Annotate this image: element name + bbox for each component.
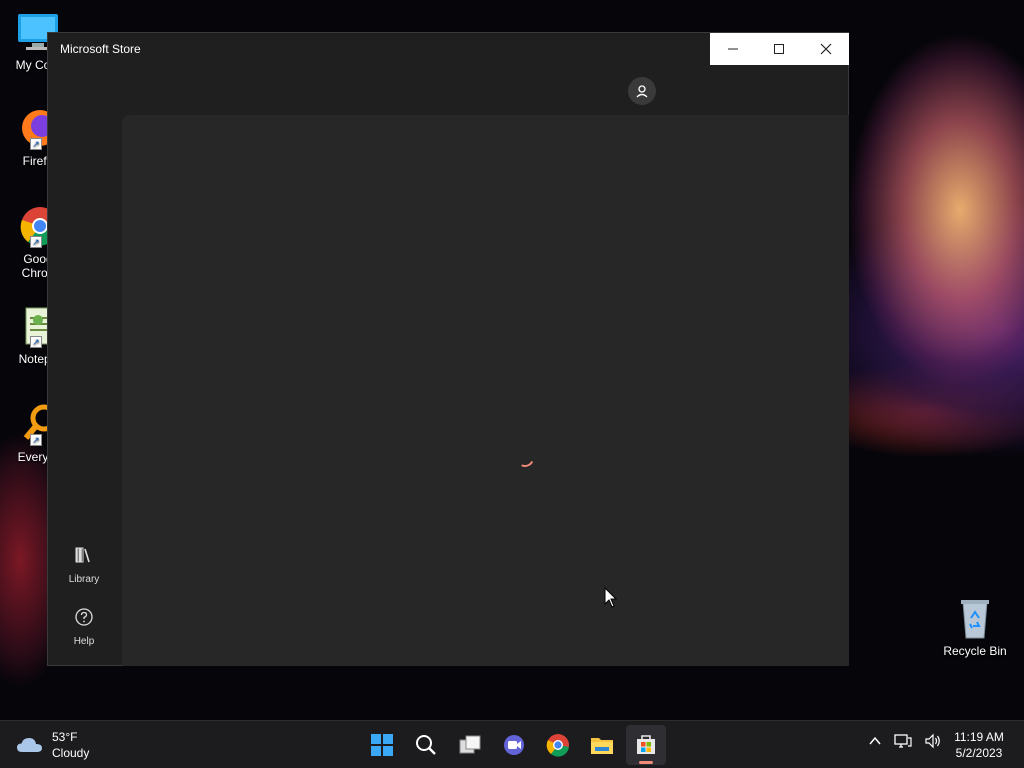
minimize-button[interactable] [710, 33, 756, 65]
nav-library[interactable]: Library [56, 545, 112, 585]
system-tray [862, 733, 948, 749]
start-button[interactable] [362, 725, 402, 765]
taskbar-chrome-button[interactable] [538, 725, 578, 765]
microsoft-store-window: Microsoft Store Library Help [47, 32, 849, 666]
file-explorer-button[interactable] [582, 725, 622, 765]
minimize-icon [728, 48, 739, 50]
loading-spinner [513, 446, 537, 470]
task-view-icon [459, 735, 481, 754]
taskbar: 53°F Cloudy 11:19 AM 5/2/2023 [0, 720, 1024, 768]
taskbar-search-button[interactable] [406, 725, 446, 765]
taskbar-apps [360, 725, 668, 765]
shortcut-arrow-icon: ↗ [30, 434, 42, 446]
chrome-icon [546, 734, 569, 757]
volume-button[interactable] [924, 733, 942, 749]
cloud-icon [17, 738, 42, 752]
recycle-bin-icon [953, 596, 997, 640]
account-button[interactable] [628, 77, 656, 105]
network-button[interactable] [894, 733, 912, 749]
microsoft-store-icon [637, 735, 655, 754]
volume-icon [925, 733, 940, 749]
window-title: Microsoft Store [60, 42, 141, 56]
start-icon [371, 734, 393, 756]
maximize-icon [774, 44, 785, 54]
nav-label: Library [68, 574, 100, 585]
close-icon [820, 43, 832, 55]
clock-date: 5/2/2023 [955, 746, 1003, 760]
weather-condition: Cloudy [52, 746, 90, 760]
taskbar-clock[interactable]: 11:19 AM 5/2/2023 [944, 729, 1014, 761]
desktop-icon-recycle-bin[interactable]: Recycle Bin [937, 596, 1013, 658]
show-hidden-icons-button[interactable] [868, 734, 882, 748]
task-view-button[interactable] [450, 725, 490, 765]
chat-button[interactable] [494, 725, 534, 765]
chat-icon [504, 735, 524, 755]
chevron-up-icon [869, 736, 881, 745]
maximize-button[interactable] [756, 33, 802, 65]
caption-buttons [710, 33, 849, 65]
store-content-area [122, 115, 849, 666]
help-icon [75, 608, 93, 626]
weather-widget[interactable]: 53°F Cloudy [16, 729, 89, 761]
nav-label: Help [73, 636, 95, 647]
close-button[interactable] [803, 33, 849, 65]
shortcut-arrow-icon: ↗ [30, 336, 42, 348]
search-icon [416, 735, 436, 755]
microsoft-store-button[interactable] [626, 725, 666, 765]
network-icon [894, 734, 912, 748]
shortcut-arrow-icon: ↗ [30, 236, 42, 248]
person-icon [636, 85, 648, 98]
mouse-cursor-icon [604, 587, 618, 608]
weather-temp: 53°F [52, 730, 78, 744]
file-explorer-icon [591, 738, 613, 754]
desktop-icon-label: Recycle Bin [943, 644, 1007, 658]
nav-help[interactable]: Help [56, 607, 112, 647]
library-icon [75, 547, 90, 563]
clock-time: 11:19 AM [954, 730, 1004, 744]
shortcut-arrow-icon: ↗ [30, 138, 42, 150]
